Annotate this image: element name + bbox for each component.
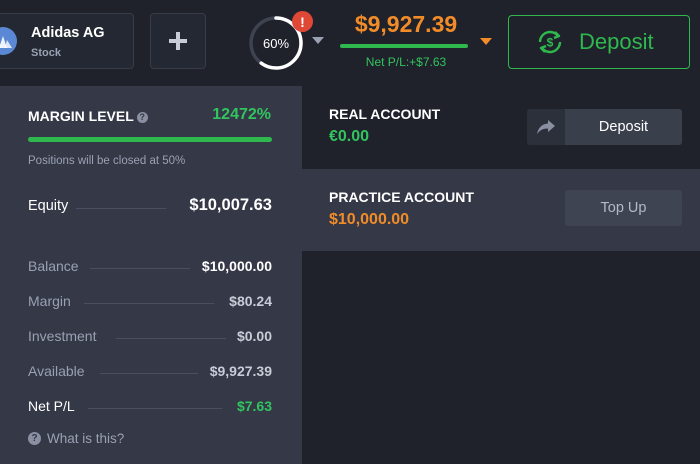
alert-icon[interactable]: ! — [292, 11, 313, 32]
balance-label: Balance — [28, 258, 79, 274]
deposit-cycle-icon: $ — [538, 30, 562, 54]
margin-note: Positions will be closed at 50% — [28, 155, 186, 167]
balance-chevron-down-icon[interactable] — [480, 38, 492, 45]
top-bar: Adidas AG Stock 60% ! $9,927.39 Net P/L:… — [0, 0, 700, 86]
row-divider — [90, 268, 190, 269]
adidas-logo-icon — [0, 27, 17, 55]
share-button[interactable] — [527, 109, 565, 145]
row-divider — [84, 303, 214, 304]
info-icon[interactable]: ? — [136, 111, 148, 123]
margin-level-title: MARGIN LEVEL? — [28, 108, 148, 124]
real-account-row[interactable]: REAL ACCOUNT €0.00 Deposit — [302, 86, 700, 169]
margin-level-value: 12472% — [212, 106, 271, 123]
equity-row: Equity $10,007.63 — [28, 196, 272, 218]
margin-label: Margin — [28, 293, 71, 309]
net-pl-summary: Net P/L:+$7.63 — [365, 55, 447, 69]
help-icon: ? — [28, 432, 41, 445]
plus-icon — [169, 32, 187, 50]
available-value: $9,927.39 — [209, 363, 272, 379]
margin-panel: MARGIN LEVEL? 12472% Positions will be c… — [0, 86, 302, 464]
equity-value: $10,007.63 — [189, 196, 272, 214]
top-up-button[interactable]: Top Up — [565, 190, 682, 226]
deposit-button[interactable]: $ Deposit — [508, 15, 690, 69]
deposit-button-label: Deposit — [579, 29, 654, 54]
investment-row: Investment $0.00 — [28, 328, 272, 348]
available-label: Available — [28, 363, 85, 379]
balance-row: Balance $10,000.00 — [28, 258, 272, 278]
real-deposit-button[interactable]: Deposit — [565, 109, 682, 145]
asset-type: Stock — [31, 47, 61, 59]
margin-row: Margin $80.24 — [28, 293, 272, 313]
practice-account-name: PRACTICE ACCOUNT — [329, 189, 474, 205]
asset-name: Adidas AG — [31, 25, 105, 41]
share-arrow-icon — [537, 120, 555, 134]
investment-value: $0.00 — [236, 328, 272, 344]
row-divider — [88, 408, 222, 409]
investment-label: Investment — [28, 328, 97, 344]
svg-text:$: $ — [547, 36, 554, 50]
available-row: Available $9,927.39 — [28, 363, 272, 383]
margin-level-bar — [28, 137, 272, 142]
balance-bar — [340, 44, 468, 48]
what-is-this-link[interactable]: ? What is this? — [28, 431, 124, 446]
net-pl-label: Net P/L — [28, 398, 75, 414]
row-divider — [116, 338, 226, 339]
add-asset-button[interactable] — [150, 13, 206, 69]
real-account-amount: €0.00 — [329, 128, 370, 145]
accounts-panel: REAL ACCOUNT €0.00 Deposit PRACTICE ACCO… — [302, 86, 700, 464]
net-pl-value: $7.63 — [236, 398, 272, 414]
practice-account-row[interactable]: PRACTICE ACCOUNT $10,000.00 Top Up — [302, 169, 700, 251]
equity-label: Equity — [28, 198, 69, 214]
asset-tab[interactable]: Adidas AG Stock — [0, 13, 134, 69]
net-pl-row: Net P/L $7.63 — [28, 398, 272, 418]
practice-account-amount: $10,000.00 — [329, 211, 410, 228]
what-is-this-label: What is this? — [47, 431, 125, 446]
row-divider — [76, 208, 166, 209]
row-divider — [100, 373, 198, 374]
balance-value[interactable]: $9,927.39 — [338, 11, 474, 38]
real-account-name: REAL ACCOUNT — [329, 106, 441, 122]
margin-level-label: MARGIN LEVEL — [28, 108, 134, 124]
chevron-down-icon[interactable] — [312, 37, 324, 44]
margin-row-value: $80.24 — [229, 293, 272, 309]
balance-row-value: $10,000.00 — [201, 258, 272, 274]
